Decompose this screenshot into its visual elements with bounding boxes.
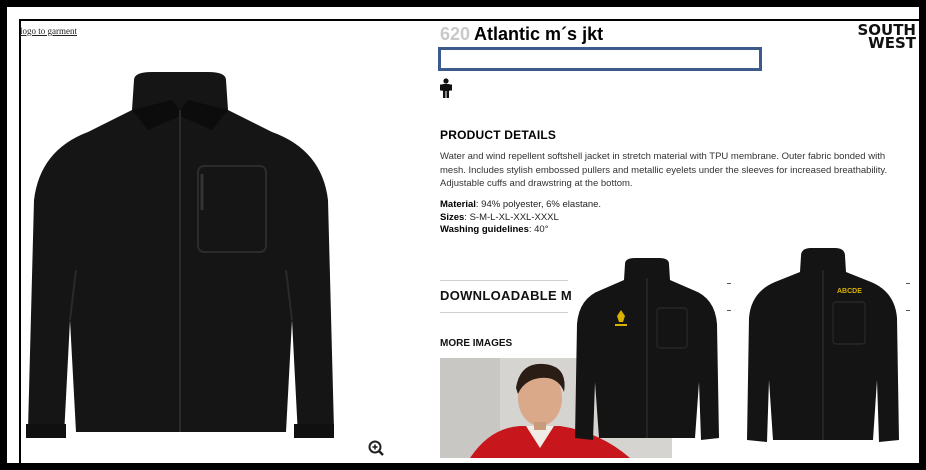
product-description: Water and wind repellent softshell jacke… [440, 151, 888, 189]
material-label: Material [440, 199, 476, 210]
jacket-logo-sample-2: ABCDE [747, 248, 899, 442]
product-title: 620 Atlantic m´s jkt [440, 24, 603, 45]
highlighted-input-box[interactable] [438, 47, 762, 71]
product-details-heading: PRODUCT DETAILS [440, 128, 557, 142]
product-number: 620 [440, 24, 471, 44]
divider [440, 312, 568, 313]
more-images-heading: MORE IMAGES [440, 338, 513, 349]
sizes-label: Sizes [440, 211, 465, 223]
zoom-plus-icon[interactable] [368, 440, 384, 456]
dash-mark [906, 283, 910, 284]
dash-mark [906, 310, 910, 311]
chest-logo-text: ABCDE [837, 288, 862, 295]
main-product-image[interactable] [22, 70, 338, 453]
divider [440, 280, 568, 281]
washing-value: : 40° [528, 224, 549, 235]
product-specs: Material: 94% polyester, 6% elastane. Si… [440, 199, 740, 237]
material-value: : 94% polyester, 6% elastane. [475, 199, 602, 210]
brand-line-2: WEST [868, 34, 916, 52]
logo-to-garment-link[interactable]: logo to garment [20, 26, 77, 36]
brand-logo: SOUTH WEST [824, 23, 916, 52]
dash-mark [727, 283, 731, 284]
product-name: Atlantic m´s jkt [474, 24, 604, 44]
downloadable-heading[interactable]: DOWNLOADABLE M [440, 288, 572, 303]
sizes-value: : S-M-L-XL-XXL-XXXL [464, 211, 559, 223]
person-icon [440, 78, 452, 98]
jacket-logo-sample-1 [575, 258, 719, 440]
dash-mark [727, 310, 731, 311]
washing-label: Washing guidelines [440, 224, 529, 235]
